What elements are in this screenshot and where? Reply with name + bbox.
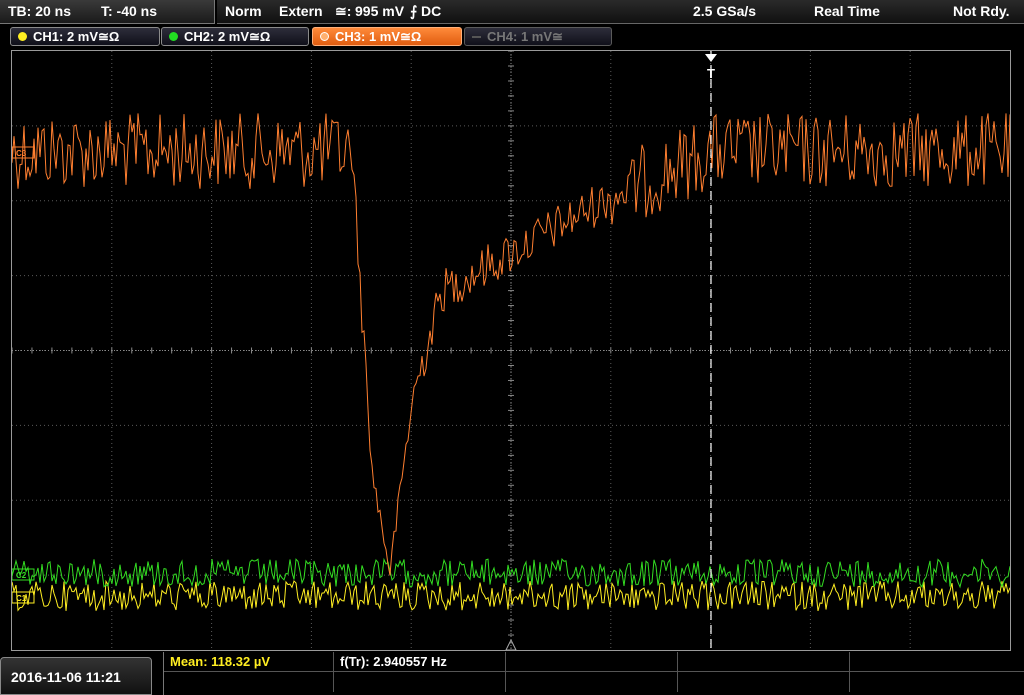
ch1-reference-marker[interactable]: C1 xyxy=(11,591,35,604)
timebase-box[interactable]: TB: 20 ns T: -40 ns xyxy=(0,0,215,24)
measurement-mean-label: Mean: 118.32 µV xyxy=(170,654,270,669)
sample-rate: 2.5 GSa/s xyxy=(693,3,757,19)
channel-tab-ch2[interactable]: CH2: 2 mV≅Ω xyxy=(161,27,309,46)
trigger-status-area[interactable]: Norm Extern ≅: 995 mV ⨍ DC 2.5 GSa/s Rea… xyxy=(217,0,1024,24)
timebase-label: TB: 20 ns xyxy=(8,3,72,19)
trigger-source: Extern xyxy=(279,3,323,19)
measurement-slot-3[interactable] xyxy=(506,652,678,672)
bottom-bar: 2016-11-06 11:21 Mean: 118.32 µV f(Tr): … xyxy=(0,652,1024,695)
acquisition-state: Not Rdy. xyxy=(953,3,1010,19)
trigger-slope-icon: ⨍ xyxy=(410,3,418,19)
waveform-display[interactable]: T C3 C2 C1 xyxy=(11,50,1011,651)
trigger-coupling: DC xyxy=(421,3,442,19)
trigger-position-marker-icon[interactable] xyxy=(705,54,717,62)
trigger-mode: Norm xyxy=(225,3,262,19)
trigger-level: 995 mV xyxy=(355,3,405,19)
trigger-coupling-icon: ≅: xyxy=(335,3,352,19)
measurement-frequency-label: f(Tr): 2.940557 Hz xyxy=(340,654,447,669)
ch3-ref-label: C3 xyxy=(16,149,27,158)
measurement-slot-7[interactable] xyxy=(334,672,506,692)
measurement-slot-5[interactable] xyxy=(850,652,1024,672)
measurement-slot-6[interactable] xyxy=(164,672,334,692)
channel-tab-ch4-label: CH4: 1 mV≅ xyxy=(487,29,563,44)
trigger-marker-label: T xyxy=(707,66,715,81)
channel-tab-ch3[interactable]: CH3: 1 mV≅Ω xyxy=(312,27,462,46)
channel-tab-ch2-label: CH2: 2 mV≅Ω xyxy=(184,29,271,44)
datetime-label: 2016-11-06 11:21 xyxy=(11,669,121,685)
waveform-svg: T C3 C2 C1 xyxy=(11,50,1011,651)
ch1-color-dot xyxy=(18,32,27,41)
channel-tab-ch4[interactable]: CH4: 1 mV≅ xyxy=(464,27,612,46)
channel-tab-ch1-label: CH1: 2 mV≅Ω xyxy=(33,29,120,44)
datetime-box: 2016-11-06 11:21 xyxy=(0,657,152,695)
ch4-color-dot xyxy=(472,36,481,38)
ch1-ref-label: C1 xyxy=(16,594,27,603)
acquisition-mode: Real Time xyxy=(814,3,880,19)
ch2-ref-label: C2 xyxy=(16,571,27,580)
trigger-offset-label: T: -40 ns xyxy=(101,3,158,19)
ch3-trace xyxy=(11,113,1011,576)
ch2-reference-marker[interactable]: C2 xyxy=(11,568,35,581)
measurement-slot-8[interactable] xyxy=(506,672,678,692)
measurement-slot-10[interactable] xyxy=(850,672,1024,692)
channel-tab-ch3-label: CH3: 1 mV≅Ω xyxy=(335,29,422,44)
measurement-panel[interactable]: Mean: 118.32 µV f(Tr): 2.940557 Hz xyxy=(163,652,1024,695)
status-bar: TB: 20 ns T: -40 ns Norm Extern ≅: 995 m… xyxy=(0,0,1024,24)
ch2-color-dot xyxy=(169,32,178,41)
channel-tab-ch1[interactable]: CH1: 2 mV≅Ω xyxy=(10,27,160,46)
measurement-mean[interactable]: Mean: 118.32 µV xyxy=(164,652,334,672)
measurement-frequency[interactable]: f(Tr): 2.940557 Hz xyxy=(334,652,506,672)
measurement-slot-9[interactable] xyxy=(678,672,850,692)
measurement-slot-4[interactable] xyxy=(678,652,850,672)
channel-tab-row: CH1: 2 mV≅Ω CH2: 2 mV≅Ω CH3: 1 mV≅Ω CH4:… xyxy=(0,25,1024,49)
ch3-color-dot xyxy=(320,32,329,41)
ch3-reference-marker[interactable]: C3 xyxy=(11,146,35,159)
